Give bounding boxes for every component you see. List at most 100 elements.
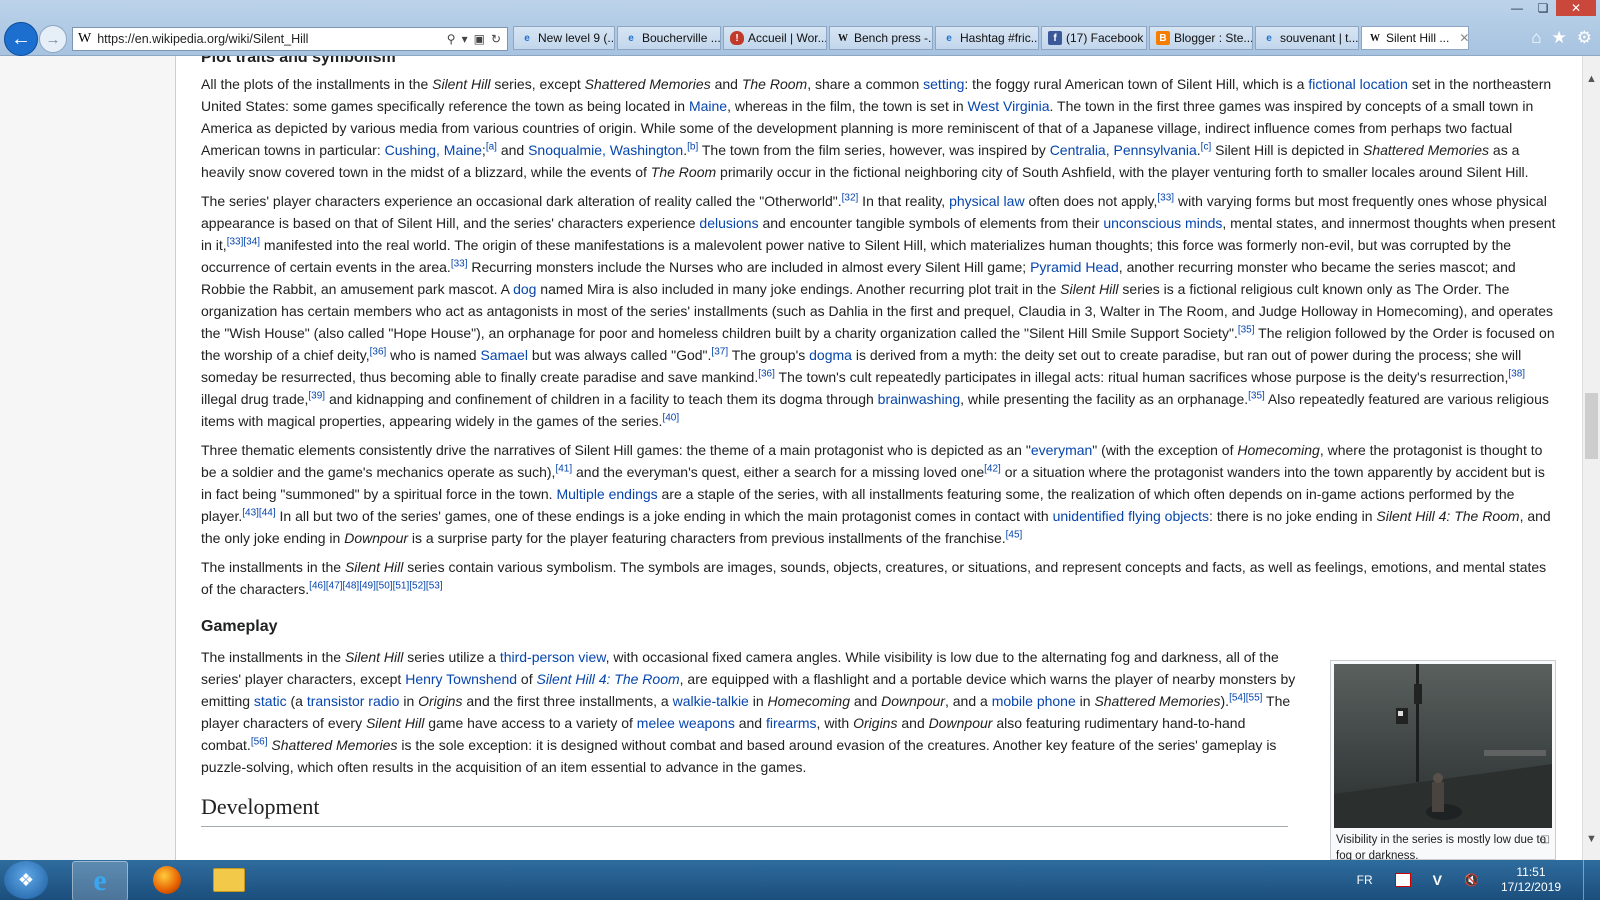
scroll-down-icon[interactable]: ▼	[1583, 830, 1600, 847]
arrow-right-icon: →	[45, 30, 61, 48]
clock[interactable]: 11:51 17/12/2019	[1501, 865, 1561, 895]
speaker-muted-icon[interactable]: 🔇	[1464, 873, 1479, 887]
chevron-down-icon[interactable]: ▾	[462, 32, 468, 46]
link-pyramid-head[interactable]: Pyramid Head	[1030, 259, 1119, 275]
flag-icon[interactable]	[1394, 873, 1411, 887]
link-everyman[interactable]: everyman	[1031, 442, 1092, 458]
paragraph-plot-3: Three thematic elements consistently dri…	[201, 442, 1551, 546]
link-melee-weapons[interactable]: melee weapons	[637, 715, 735, 731]
ie-icon: e	[628, 32, 634, 44]
link-multiple-endings[interactable]: Multiple endings	[556, 486, 657, 502]
ie-icon: e	[1266, 32, 1272, 44]
tab-new-level[interactable]: e New level 9 (...	[513, 26, 615, 50]
link-cushing-maine[interactable]: Cushing, Maine	[385, 142, 482, 158]
tab-silent-hill[interactable]: W Silent Hill ... ✕	[1361, 26, 1469, 50]
folder-icon	[213, 868, 245, 892]
close-tab-icon[interactable]: ✕	[1459, 31, 1468, 45]
lock-icon[interactable]: ▣	[474, 32, 485, 46]
thumbnail-figure: Visibility in the series is mostly low d…	[1330, 660, 1556, 862]
close-icon[interactable]: ✕	[1556, 0, 1596, 16]
link-dog[interactable]: dog	[513, 281, 536, 297]
tab-bench-press[interactable]: W Bench press -...	[829, 26, 933, 50]
taskbar-firefox[interactable]	[140, 861, 194, 899]
browser-tools: ⌂ ★ ⚙	[1531, 28, 1592, 48]
ie-icon: e	[93, 864, 107, 897]
browser-toolbar: — ❏ ✕ ← → W https://en.wikipedia.org/wik…	[0, 0, 1600, 56]
wikipedia-icon: W	[838, 32, 848, 44]
link-firearms[interactable]: firearms	[766, 715, 817, 731]
link-west-virginia[interactable]: West Virginia	[968, 98, 1050, 114]
link-dogma[interactable]: dogma	[809, 347, 852, 363]
tab-strip: e New level 9 (... e Boucherville ... ! Acc…	[513, 26, 1469, 50]
scrollbar-thumb[interactable]	[1585, 393, 1598, 459]
link-ufo[interactable]: unidentified flying objects	[1053, 508, 1209, 524]
star-icon[interactable]: ★	[1552, 28, 1567, 48]
section-heading-gameplay: Gameplay	[201, 618, 278, 635]
paragraph-plot-4: The installments in the Silent Hill seri…	[201, 559, 1547, 597]
window-controls: — ❏ ✕	[1504, 0, 1596, 18]
scroll-up-icon[interactable]: ▲	[1583, 70, 1600, 87]
app-tray-icon[interactable]: V	[1433, 872, 1442, 888]
maximize-icon[interactable]: ❏	[1530, 0, 1556, 16]
arrow-left-icon: ←	[11, 27, 31, 50]
link-transistor-radio[interactable]: transistor radio	[307, 693, 400, 709]
shield-icon: !	[730, 31, 744, 45]
tab-facebook[interactable]: f (17) Facebook	[1041, 26, 1147, 50]
link-physical-law[interactable]: physical law	[949, 193, 1024, 209]
paragraph-plot-2: The series' player characters experience…	[201, 192, 1556, 429]
search-icon[interactable]: ⚲	[447, 32, 456, 46]
game-screenshot-image[interactable]	[1334, 664, 1552, 828]
address-bar[interactable]: W https://en.wikipedia.org/wiki/Silent_H…	[72, 27, 508, 51]
link-fictional-location[interactable]: fictional location	[1308, 76, 1408, 92]
minimize-icon[interactable]: —	[1504, 0, 1530, 16]
address-url[interactable]: https://en.wikipedia.org/wiki/Silent_Hil…	[97, 32, 447, 46]
start-button[interactable]: ❖	[4, 861, 48, 899]
back-button[interactable]: ←	[4, 22, 38, 56]
clock-date: 17/12/2019	[1500, 880, 1561, 894]
link-henry-townshend[interactable]: Henry Townshend	[405, 671, 517, 687]
link-silent-hill-4[interactable]: Silent Hill 4: The Room	[536, 671, 679, 687]
firefox-icon	[153, 866, 181, 894]
wikipedia-icon: W	[1370, 32, 1380, 44]
section-heading-plot: Plot traits and symbolism	[201, 56, 396, 66]
windows-logo-icon: ❖	[17, 869, 35, 890]
link-static[interactable]: static	[254, 693, 287, 709]
paragraph-gameplay: The installments in the Silent Hill seri…	[201, 649, 1296, 775]
link-third-person-view[interactable]: third-person view	[500, 649, 606, 665]
tab-blogger[interactable]: B Blogger : Ste...	[1149, 26, 1253, 50]
language-indicator[interactable]: FR	[1357, 873, 1373, 887]
refresh-icon[interactable]: ↻	[491, 32, 501, 46]
wikipedia-icon: W	[78, 31, 92, 46]
windows-taskbar: ❖ e FR V 🔇 11:51 17/12/2019	[0, 860, 1600, 901]
link-unconscious-minds[interactable]: unconscious minds	[1103, 215, 1222, 231]
vertical-scrollbar[interactable]: ▲ ▼	[1582, 56, 1600, 860]
link-samael[interactable]: Samael	[480, 347, 527, 363]
link-delusions[interactable]: delusions	[699, 215, 758, 231]
link-snoqualmie[interactable]: Snoqualmie, Washington	[528, 142, 683, 158]
home-icon[interactable]: ⌂	[1531, 28, 1541, 48]
clock-time: 11:51	[1516, 865, 1546, 879]
blogger-icon: B	[1156, 31, 1170, 45]
forward-button[interactable]: →	[39, 25, 67, 53]
tab-accueil[interactable]: ! Accueil | Wor...	[723, 26, 827, 50]
foggy-street-illustration	[1334, 664, 1552, 828]
link-walkie-talkie[interactable]: walkie-talkie	[673, 693, 749, 709]
link-mobile-phone[interactable]: mobile phone	[992, 693, 1076, 709]
tab-souvenant[interactable]: e souvenant | t...	[1255, 26, 1359, 50]
paragraph-plot-1: All the plots of the installments in the…	[201, 76, 1552, 180]
system-tray: FR V 🔇 11:51 17/12/2019	[1357, 860, 1592, 900]
show-desktop-button[interactable]	[1583, 860, 1592, 900]
link-brainwashing[interactable]: brainwashing	[878, 391, 961, 407]
facebook-icon: f	[1048, 31, 1062, 45]
link-maine[interactable]: Maine	[689, 98, 727, 114]
gear-icon[interactable]: ⚙	[1577, 28, 1592, 48]
tab-hashtag[interactable]: e Hashtag #fric...	[935, 26, 1039, 50]
link-centralia[interactable]: Centralia, Pennsylvania	[1050, 142, 1197, 158]
ie-icon: e	[946, 32, 952, 44]
taskbar-internet-explorer[interactable]: e	[72, 861, 128, 901]
link-setting[interactable]: setting	[923, 76, 964, 92]
taskbar-file-explorer[interactable]	[202, 861, 256, 899]
enlarge-icon[interactable]: ◱	[1541, 832, 1550, 848]
ie-icon: e	[524, 32, 530, 44]
tab-boucherville[interactable]: e Boucherville ...	[617, 26, 721, 50]
